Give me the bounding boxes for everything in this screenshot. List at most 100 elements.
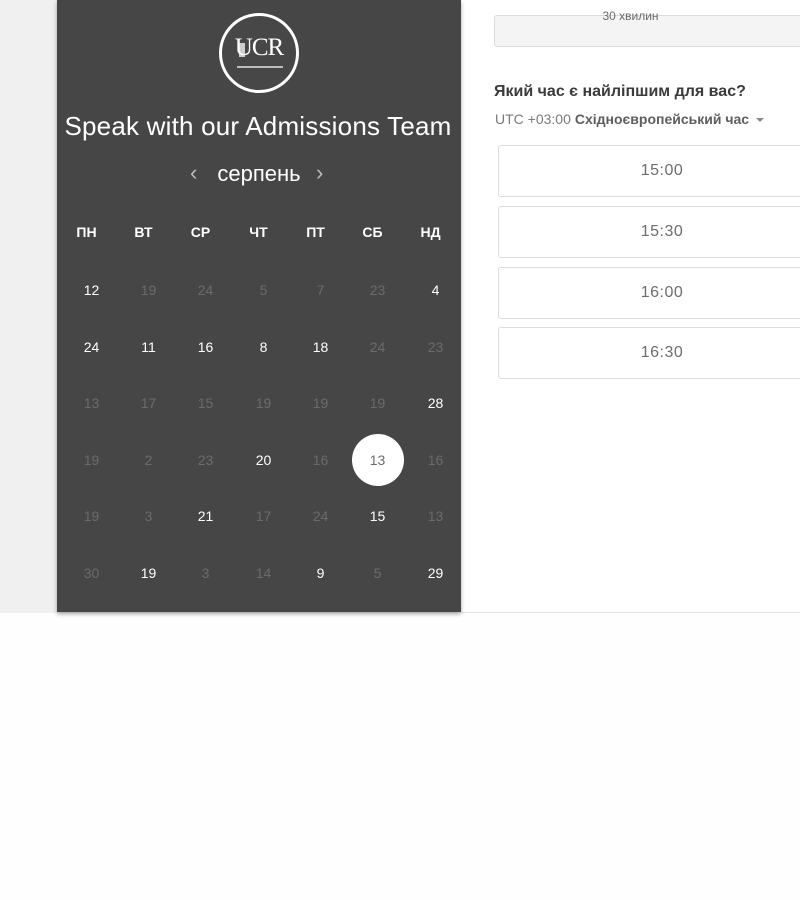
- calendar-day-selected[interactable]: 13: [349, 432, 406, 488]
- calendar-day: 7: [292, 262, 349, 318]
- calendar-day[interactable]: 20: [235, 432, 292, 488]
- calendar-day-number: 17: [140, 395, 157, 411]
- calendar-day-number: 4: [431, 282, 440, 298]
- calendar-day-number: 9: [316, 565, 325, 581]
- calendar-day[interactable]: 4: [407, 262, 464, 318]
- calendar-day[interactable]: 28: [407, 375, 464, 431]
- timezone-name: Східноєвропейський час: [574, 111, 750, 127]
- calendar-day[interactable]: 24: [63, 319, 120, 375]
- calendar-day: 19: [120, 262, 177, 318]
- calendar-week-row: 24 11 16 8 18 24 23: [57, 319, 461, 375]
- calendar-day: 23: [177, 432, 234, 488]
- calendar-day-number: 13: [83, 395, 100, 411]
- calendar-day[interactable]: 18: [292, 319, 349, 375]
- calendar-day-number: 19: [83, 452, 100, 468]
- calendar-day[interactable]: 19: [120, 545, 177, 601]
- calendar-day[interactable]: 21: [177, 488, 234, 544]
- calendar-day-number: 30: [83, 565, 100, 581]
- calendar-day-number: 16: [197, 339, 214, 355]
- calendar-day: 3: [120, 488, 177, 544]
- calendar-day-number: 5: [373, 565, 382, 581]
- weekday-mon: ПН: [76, 224, 97, 240]
- calendar-day-number: 2: [144, 452, 153, 468]
- calendar-day: 24: [292, 488, 349, 544]
- calendar-day-number: 11: [141, 339, 156, 355]
- calendar-day[interactable]: 15: [349, 488, 406, 544]
- calendar-title: Speak with our Admissions Team: [64, 111, 452, 141]
- calendar-day: 13: [63, 375, 120, 431]
- calendar-day-number: 24: [197, 282, 214, 298]
- calendar-day: 24: [349, 319, 406, 375]
- calendar-day: 19: [349, 375, 406, 431]
- calendar-day: 23: [407, 319, 464, 375]
- calendar-day: 19: [63, 432, 120, 488]
- calendar-day: 5: [349, 545, 406, 601]
- weekday-header-row: ПН ВТ СР ЧТ ПТ СБ НД: [57, 204, 461, 260]
- weekday-wed: СР: [190, 224, 211, 240]
- time-slot-button[interactable]: 15:30: [498, 206, 800, 258]
- calendar-day-number: 3: [201, 565, 210, 581]
- time-question-heading: Який час є найліпшим для вас?: [494, 83, 746, 100]
- calendar-day[interactable]: 9: [292, 545, 349, 601]
- calendar-day-number: 15: [197, 395, 214, 411]
- calendar-day[interactable]: 11: [120, 319, 177, 375]
- calendar-day-number: 3: [144, 508, 153, 524]
- calendar-day-number: 12: [83, 282, 100, 298]
- time-slot-label: 15:30: [640, 223, 684, 240]
- weekday-tue: ВТ: [134, 224, 153, 240]
- calendar-day: 17: [235, 488, 292, 544]
- calendar-day-number: 19: [255, 395, 272, 411]
- calendar-day-number: 19: [312, 395, 329, 411]
- calendar-day-number: 18: [312, 339, 329, 355]
- calendar-day-number: 19: [140, 282, 157, 298]
- time-slot-label: 16:00: [640, 284, 684, 301]
- calendar-day: 16: [292, 432, 349, 488]
- timezone-offset: UTC +03:00: [495, 111, 571, 127]
- calendar-day-number: 16: [312, 452, 329, 468]
- duration-label: 30 хвилин: [602, 9, 659, 23]
- calendar-day-number: 8: [259, 339, 268, 355]
- calendar-day-number: 15: [369, 508, 386, 524]
- calendar-day[interactable]: 12: [63, 262, 120, 318]
- logo-subtitle-line: [237, 66, 283, 68]
- time-slot-button[interactable]: 16:00: [498, 267, 800, 319]
- calendar-week-row: 13 17 15 19 19 19 28: [57, 375, 461, 431]
- calendar-day: 16: [407, 432, 464, 488]
- calendar-day[interactable]: 29: [407, 545, 464, 601]
- time-slot-label: 16:30: [640, 344, 684, 361]
- calendar-day: 15: [177, 375, 234, 431]
- calendar-day-number: 24: [83, 339, 100, 355]
- calendar-day-number: 7: [316, 282, 325, 298]
- calendar-day-number: 23: [427, 339, 444, 355]
- calendar-day[interactable]: 16: [177, 319, 234, 375]
- ucr-logo: UCR: [219, 13, 299, 93]
- calendar-day-number: 23: [197, 452, 214, 468]
- calendar-day-number: 28: [427, 395, 444, 411]
- calendar-day-number: 20: [255, 452, 272, 468]
- calendar-week-row: 19 3 21 17 24 15 13: [57, 488, 461, 544]
- calendar-day[interactable]: 8: [235, 319, 292, 375]
- calendar-day: 24: [177, 262, 234, 318]
- calendar-day: 13: [407, 488, 464, 544]
- chevron-right-icon[interactable]: ›: [316, 160, 323, 186]
- weekday-thu: ЧТ: [249, 224, 268, 240]
- calendar-day-number: 14: [255, 565, 272, 581]
- calendar-day: 19: [235, 375, 292, 431]
- calendar-week-row: 30 19 3 14 9 5 29: [57, 545, 461, 601]
- calendar-day-number: 13: [427, 508, 444, 524]
- time-slot-button[interactable]: 16:30: [498, 327, 800, 379]
- calendar-week-row: 12 19 24 5 7 23 4: [57, 262, 461, 318]
- time-slot-button[interactable]: 15:00: [498, 145, 800, 197]
- calendar-day-number: 19: [369, 395, 386, 411]
- logo-text: UCR: [234, 34, 284, 61]
- calendar-day-number: 13: [369, 452, 386, 468]
- calendar-day-number: 5: [259, 282, 268, 298]
- weekday-fri: ПТ: [306, 224, 325, 240]
- time-selection-panel: 30 хвилин Який час є найліпшим для вас? …: [461, 0, 800, 613]
- calendar-panel: UCR Speak with our Admissions Team ‹ сер…: [57, 0, 461, 612]
- calendar-day: 19: [63, 488, 120, 544]
- calendar-day-number: 17: [255, 508, 272, 524]
- timezone-selector[interactable]: UTC +03:00 Східноєвропейський час: [495, 111, 765, 127]
- calendar-day: 30: [63, 545, 120, 601]
- calendar-day: 17: [120, 375, 177, 431]
